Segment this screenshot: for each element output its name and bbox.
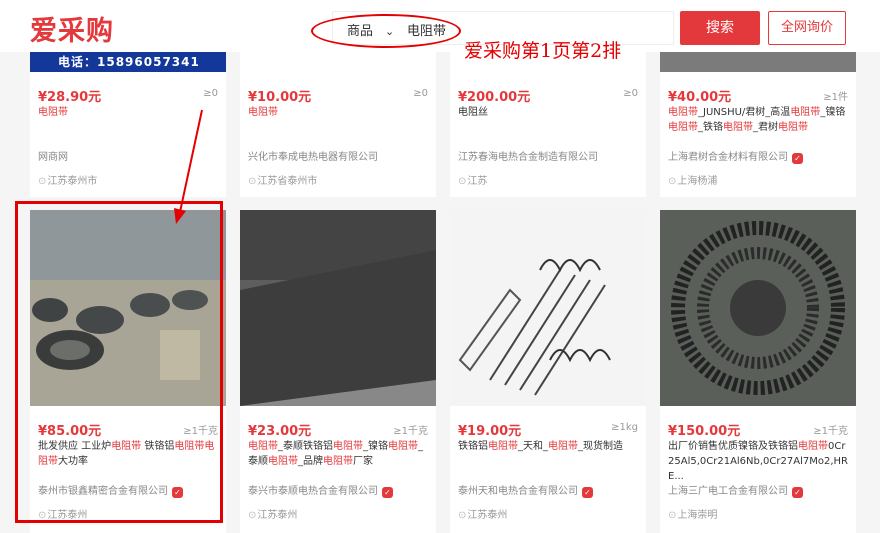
annotation-box xyxy=(15,201,223,523)
